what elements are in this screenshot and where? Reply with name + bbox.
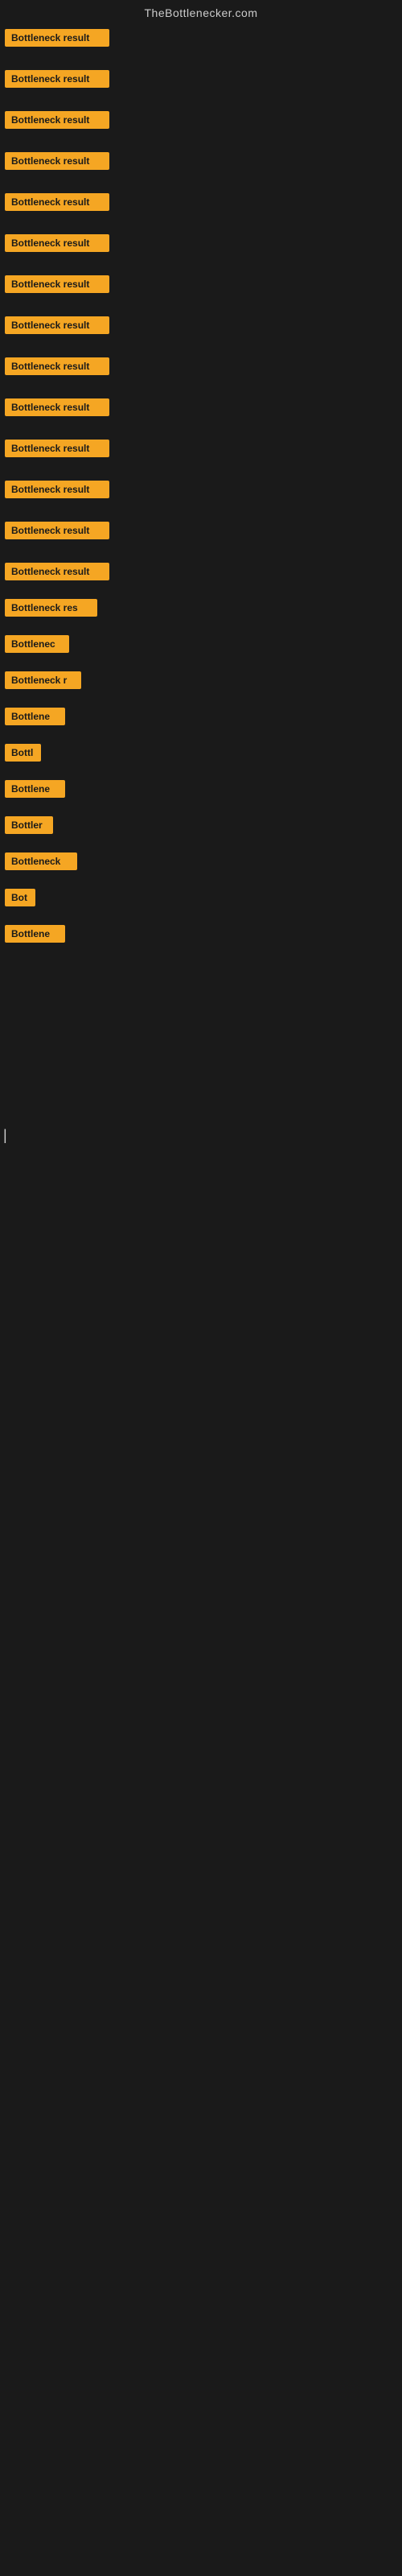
cursor-indicator: |	[0, 1119, 402, 1152]
bottleneck-badge: Bottleneck result	[5, 275, 109, 293]
bottleneck-badge: Bottleneck result	[5, 70, 109, 88]
list-item[interactable]: Bottleneck result	[3, 313, 402, 341]
list-item[interactable]: Bottleneck result	[3, 518, 402, 547]
bottleneck-badge: Bottleneck result	[5, 522, 109, 539]
list-item[interactable]: Bottler	[3, 813, 402, 841]
bottleneck-badge: Bottleneck result	[5, 29, 109, 47]
bottleneck-badge: Bottleneck result	[5, 111, 109, 129]
bottleneck-badge: Bottl	[5, 744, 41, 762]
list-item[interactable]: Bottlene	[3, 922, 402, 950]
list-item[interactable]: Bottleneck result	[3, 108, 402, 136]
list-item[interactable]: Bot	[3, 886, 402, 914]
bottleneck-badge: Bottleneck r	[5, 671, 81, 689]
bottleneck-badge: Bottlene	[5, 925, 65, 943]
bottleneck-badge: Bottleneck result	[5, 398, 109, 416]
list-item[interactable]: Bottleneck result	[3, 354, 402, 382]
list-item[interactable]: Bottl	[3, 741, 402, 769]
list-item[interactable]: Bottleneck r	[3, 668, 402, 696]
list-item[interactable]: Bottlene	[3, 704, 402, 733]
bottleneck-badge: Bottleneck result	[5, 357, 109, 375]
bottleneck-badge: Bottlenec	[5, 635, 69, 653]
bottleneck-badge: Bottlene	[5, 780, 65, 798]
list-item[interactable]: Bottleneck result	[3, 190, 402, 218]
items-container: Bottleneck result Bottleneck result Bottle…	[0, 23, 402, 950]
spacer-section	[0, 958, 402, 1119]
list-item[interactable]: Bottleneck result	[3, 559, 402, 588]
list-item[interactable]: Bottleneck result	[3, 231, 402, 259]
site-title-container: TheBottlenecker.com	[0, 0, 402, 23]
bottleneck-badge: Bottleneck res	[5, 599, 97, 617]
bottleneck-badge: Bottleneck result	[5, 152, 109, 170]
list-item[interactable]: Bottleneck res	[3, 596, 402, 624]
list-item[interactable]: Bottleneck result	[3, 395, 402, 423]
bottleneck-badge: Bottlene	[5, 708, 65, 725]
bottleneck-badge: Bottler	[5, 816, 53, 834]
bottleneck-badge: Bottleneck result	[5, 563, 109, 580]
list-item[interactable]: Bottleneck	[3, 849, 402, 877]
bottleneck-badge: Bottleneck	[5, 852, 77, 870]
list-item[interactable]: Bottleneck result	[3, 67, 402, 95]
bottleneck-badge: Bottleneck result	[5, 193, 109, 211]
list-item[interactable]: Bottleneck result	[3, 149, 402, 177]
list-item[interactable]: Bottleneck result	[3, 272, 402, 300]
list-item[interactable]: Bottleneck result	[3, 26, 402, 54]
list-item[interactable]: Bottlene	[3, 777, 402, 805]
bottleneck-badge: Bottleneck result	[5, 440, 109, 457]
bottom-section	[0, 1152, 402, 1635]
bottleneck-badge: Bottleneck result	[5, 316, 109, 334]
bottleneck-badge: Bottleneck result	[5, 481, 109, 498]
site-title: TheBottlenecker.com	[0, 0, 402, 23]
bottleneck-badge: Bot	[5, 889, 35, 906]
list-item[interactable]: Bottleneck result	[3, 477, 402, 506]
list-item[interactable]: Bottlenec	[3, 632, 402, 660]
bottleneck-badge: Bottleneck result	[5, 234, 109, 252]
list-item[interactable]: Bottleneck result	[3, 436, 402, 464]
